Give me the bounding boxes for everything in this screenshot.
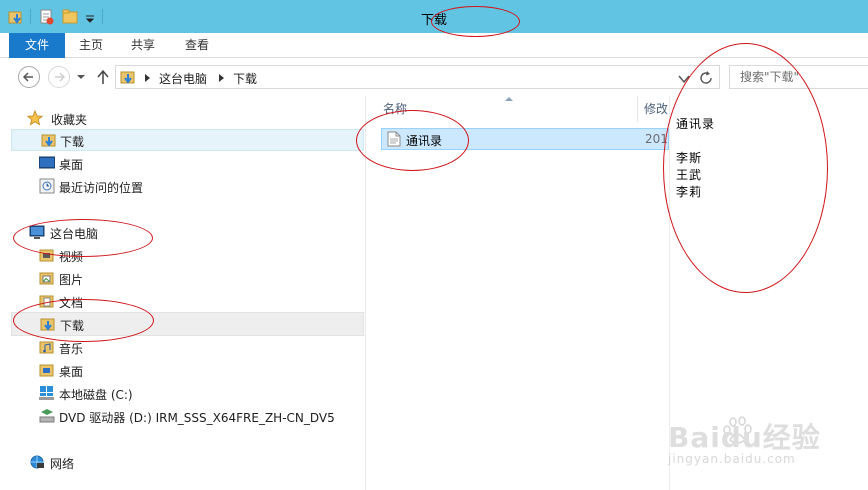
window-title: 下载: [420, 13, 447, 28]
folder-pictures-icon: [39, 272, 54, 285]
nav-this-pc[interactable]: 这台电脑: [11, 221, 364, 243]
navigation-pane: 收藏夹 下载 桌面 最近访问的位置 这台电脑 视频 图片 文档 下载 音乐 桌面…: [0, 96, 366, 490]
preview-line: 李斯: [676, 151, 703, 165]
recent-locations-icon[interactable]: [76, 72, 86, 82]
nav-label: 本地磁盘 (C:): [59, 388, 133, 402]
nav-header-network: 网络: [50, 457, 75, 471]
folder-download-icon: [40, 318, 55, 331]
chevron-right-icon[interactable]: [144, 73, 152, 83]
folder-documents-icon: [39, 295, 54, 308]
nav-label: DVD 驱动器 (D:) IRM_SSS_X64FRE_ZH-CN_DV5: [59, 411, 335, 425]
watermark-brand: Baidu经验: [668, 421, 821, 454]
nav-this-pc-pictures[interactable]: 图片: [11, 267, 364, 289]
file-row[interactable]: 通讯录 201: [381, 128, 669, 150]
file-list: 名称 修改 通讯录 201: [367, 96, 669, 490]
nav-favorites[interactable]: 收藏夹: [11, 107, 364, 129]
file-name: 通讯录: [406, 134, 443, 148]
nav-label: 下载: [60, 319, 85, 333]
column-header-name[interactable]: 名称: [383, 96, 407, 122]
nav-this-pc-desktop[interactable]: 桌面: [11, 359, 364, 381]
preview-line: 王武: [676, 168, 703, 182]
nav-label: 文档: [59, 296, 84, 310]
tab-file[interactable]: 文件: [9, 33, 65, 58]
nav-this-pc-videos[interactable]: 视频: [11, 244, 364, 266]
tab-home[interactable]: 主页: [68, 33, 114, 58]
folder-music-icon: [39, 341, 54, 354]
nav-label: 图片: [59, 273, 84, 287]
watermark-url: jingyan.baidu.com: [668, 452, 796, 466]
preview-title: 通讯录: [676, 117, 716, 131]
nav-label: 最近访问的位置: [59, 181, 144, 195]
address-bar[interactable]: 这台电脑 下载: [115, 65, 720, 89]
title-bar: 下载: [0, 0, 868, 33]
nav-header-favorites: 收藏夹: [51, 113, 88, 127]
refresh-icon[interactable]: [698, 70, 714, 86]
nav-this-pc-dvd-drive[interactable]: DVD 驱动器 (D:) IRM_SSS_X64FRE_ZH-CN_DV5: [11, 405, 364, 427]
search-input[interactable]: [730, 66, 865, 88]
up-arrow-icon[interactable]: [96, 69, 110, 85]
nav-label: 下载: [60, 135, 85, 149]
file-date: 201: [645, 132, 668, 146]
breadcrumb-downloads[interactable]: 下载: [233, 70, 257, 87]
computer-icon: [29, 225, 45, 239]
nav-network[interactable]: 网络: [11, 451, 364, 473]
column-divider[interactable]: [637, 96, 638, 122]
back-button[interactable]: [18, 66, 40, 88]
nav-this-pc-music[interactable]: 音乐: [11, 336, 364, 358]
arrow-right-icon: [55, 72, 66, 82]
address-row: 这台电脑 下载: [0, 58, 868, 96]
nav-header-this-pc: 这台电脑: [50, 227, 99, 241]
nav-label: 视频: [59, 250, 84, 264]
nav-this-pc-documents[interactable]: 文档: [11, 290, 364, 312]
nav-this-pc-downloads[interactable]: 下载: [11, 312, 364, 336]
ribbon-tabs: 文件 主页 共享 查看: [0, 33, 868, 58]
nav-this-pc-local-disk[interactable]: 本地磁盘 (C:): [11, 382, 364, 404]
breadcrumb-this-pc[interactable]: 这台电脑: [159, 70, 207, 87]
network-icon: [30, 455, 44, 469]
forward-button[interactable]: [48, 66, 70, 88]
tab-view[interactable]: 查看: [174, 33, 220, 58]
chevron-right-icon[interactable]: [218, 73, 226, 83]
nav-label: 音乐: [59, 342, 84, 356]
column-header-modified[interactable]: 修改: [644, 96, 668, 122]
folder-download-icon: [41, 134, 56, 147]
chevron-down-icon[interactable]: [678, 74, 690, 84]
folder-videos-icon: [39, 249, 54, 262]
dvd-drive-icon: [39, 409, 55, 423]
nav-favorites-recent[interactable]: 最近访问的位置: [11, 175, 364, 197]
search-box[interactable]: [729, 65, 868, 89]
nav-label: 桌面: [59, 365, 84, 379]
baidu-watermark: Baidu经验 jingyan.baidu.com: [668, 416, 863, 476]
preview-line: 李莉: [676, 185, 703, 199]
desktop-icon: [39, 156, 55, 169]
nav-favorites-downloads[interactable]: 下载: [11, 129, 364, 151]
folder-desktop-icon: [39, 364, 54, 377]
recent-places-icon: [39, 178, 55, 194]
star-icon: [27, 110, 43, 126]
sort-ascending-icon: [505, 97, 513, 101]
nav-label: 桌面: [59, 158, 84, 172]
drive-windows-icon: [39, 386, 54, 400]
folder-download-icon: [120, 71, 135, 84]
nav-favorites-desktop[interactable]: 桌面: [11, 152, 364, 174]
text-file-icon: [387, 131, 401, 147]
tab-share[interactable]: 共享: [120, 33, 166, 58]
arrow-left-icon: [22, 72, 33, 82]
